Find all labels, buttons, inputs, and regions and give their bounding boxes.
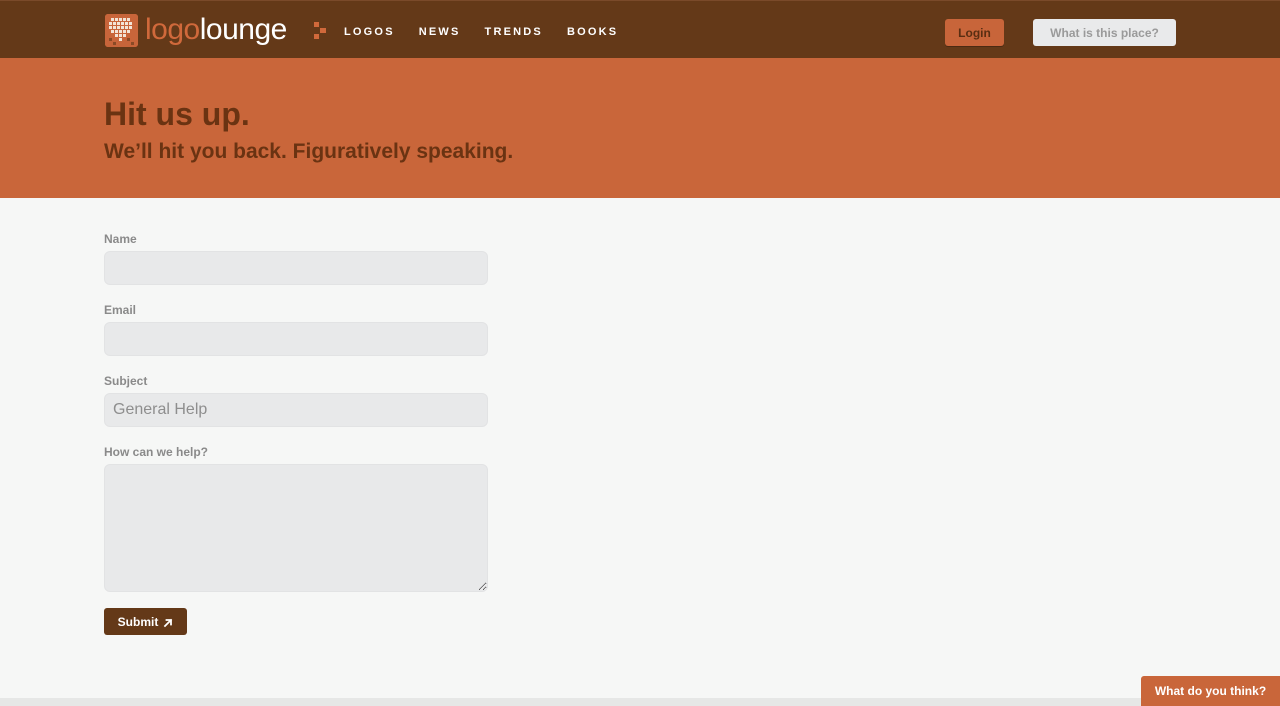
page-title: Hit us up. [104,96,250,132]
nav-books[interactable]: BOOKS [567,26,618,38]
submit-button[interactable]: Submit [104,608,187,635]
logo-text-logo: logo [145,13,200,46]
menu-dots-icon[interactable] [314,22,328,40]
top-navbar: logolounge LOGOS NEWS TRENDS BOOKS Login… [0,0,1280,58]
nav-logos[interactable]: LOGOS [344,26,395,38]
hero-banner: Hit us up. We’ll hit you back. Figurativ… [0,58,1280,198]
logo-link[interactable]: logolounge [105,13,287,47]
footer-strip [0,698,1280,706]
subject-label: Subject [104,374,148,388]
logo-wordmark: logolounge [145,13,287,47]
main-nav: LOGOS NEWS TRENDS BOOKS [344,26,642,38]
nav-trends[interactable]: TRENDS [485,26,543,38]
subject-field[interactable] [104,393,488,427]
nav-news[interactable]: NEWS [419,26,461,38]
arrow-up-right-icon [163,617,173,627]
submit-label: Submit [117,614,159,629]
logo-text-lounge: lounge [199,13,288,46]
logo-mark-icon [105,13,138,47]
page-subtitle: We’ll hit you back. Figuratively speakin… [104,140,514,163]
what-is-this-place-button[interactable]: What is this place? [1033,19,1176,46]
message-textarea[interactable] [104,464,488,592]
feedback-button[interactable]: What do you think? [1141,676,1280,706]
email-field[interactable] [104,322,488,356]
message-label: How can we help? [104,445,209,459]
email-label: Email [104,303,137,317]
name-label: Name [104,232,137,246]
login-button[interactable]: Login [945,19,1004,46]
name-field[interactable] [104,251,488,285]
